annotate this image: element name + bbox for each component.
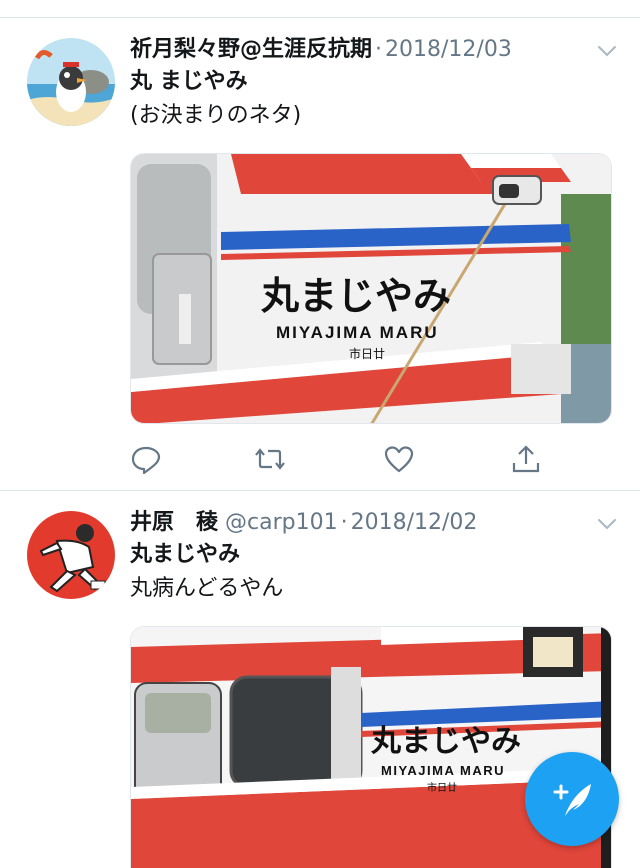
reply-icon[interactable]	[130, 443, 162, 475]
tweet-text-line-2: (お決まりのネタ)	[130, 103, 302, 128]
heart-icon[interactable]	[383, 443, 415, 475]
user-handle[interactable]: @carp101	[225, 510, 338, 535]
retweet-icon[interactable]	[254, 443, 286, 475]
separator-dot: ·	[340, 510, 348, 535]
display-name[interactable]: 祈月梨々野@生涯反抗期	[130, 37, 372, 62]
avatar[interactable]	[27, 38, 115, 126]
share-icon[interactable]	[510, 443, 542, 475]
tweet-text-line-2: 丸病んどるやん	[130, 576, 284, 601]
tweet-photo[interactable]: 丸まじやみ MIYAJIMA MARU 市日廿	[130, 153, 612, 424]
tweet-text-line-1: 丸 まじやみ	[130, 69, 248, 94]
chevron-down-icon[interactable]	[596, 513, 618, 535]
ship-latin-lettering: MIYAJIMA MARU	[381, 763, 505, 778]
ship-small-lettering: 市日廿	[349, 346, 385, 361]
tweet[interactable]: 祈月梨々野@生涯反抗期 · 2018/12/03 丸 まじやみ (お決まりのネタ)	[0, 18, 640, 490]
chevron-down-icon[interactable]	[596, 40, 618, 62]
compose-tweet-icon	[553, 784, 591, 816]
tweet-date[interactable]: 2018/12/03	[385, 37, 512, 62]
tweet-header: 井原 稜 @carp101 · 2018/12/02	[130, 507, 600, 539]
compose-tweet-button[interactable]	[525, 752, 619, 846]
tweet-header: 祈月梨々野@生涯反抗期 · 2018/12/03	[130, 34, 600, 66]
ship-latin-lettering: MIYAJIMA MARU	[276, 323, 439, 342]
ship-kanji-lettering: 丸まじやみ	[260, 273, 451, 318]
ship-small-lettering: 市日廿	[427, 781, 457, 794]
ship-kanji-lettering: 丸まじやみ	[370, 724, 521, 759]
separator-dot: ·	[375, 37, 383, 62]
tweet-text-line-1: 丸まじやみ	[130, 542, 241, 567]
avatar[interactable]	[27, 511, 115, 599]
tweet-date[interactable]: 2018/12/02	[351, 510, 478, 535]
tweet-actions	[130, 443, 560, 479]
display-name[interactable]: 井原 稜	[130, 510, 218, 535]
